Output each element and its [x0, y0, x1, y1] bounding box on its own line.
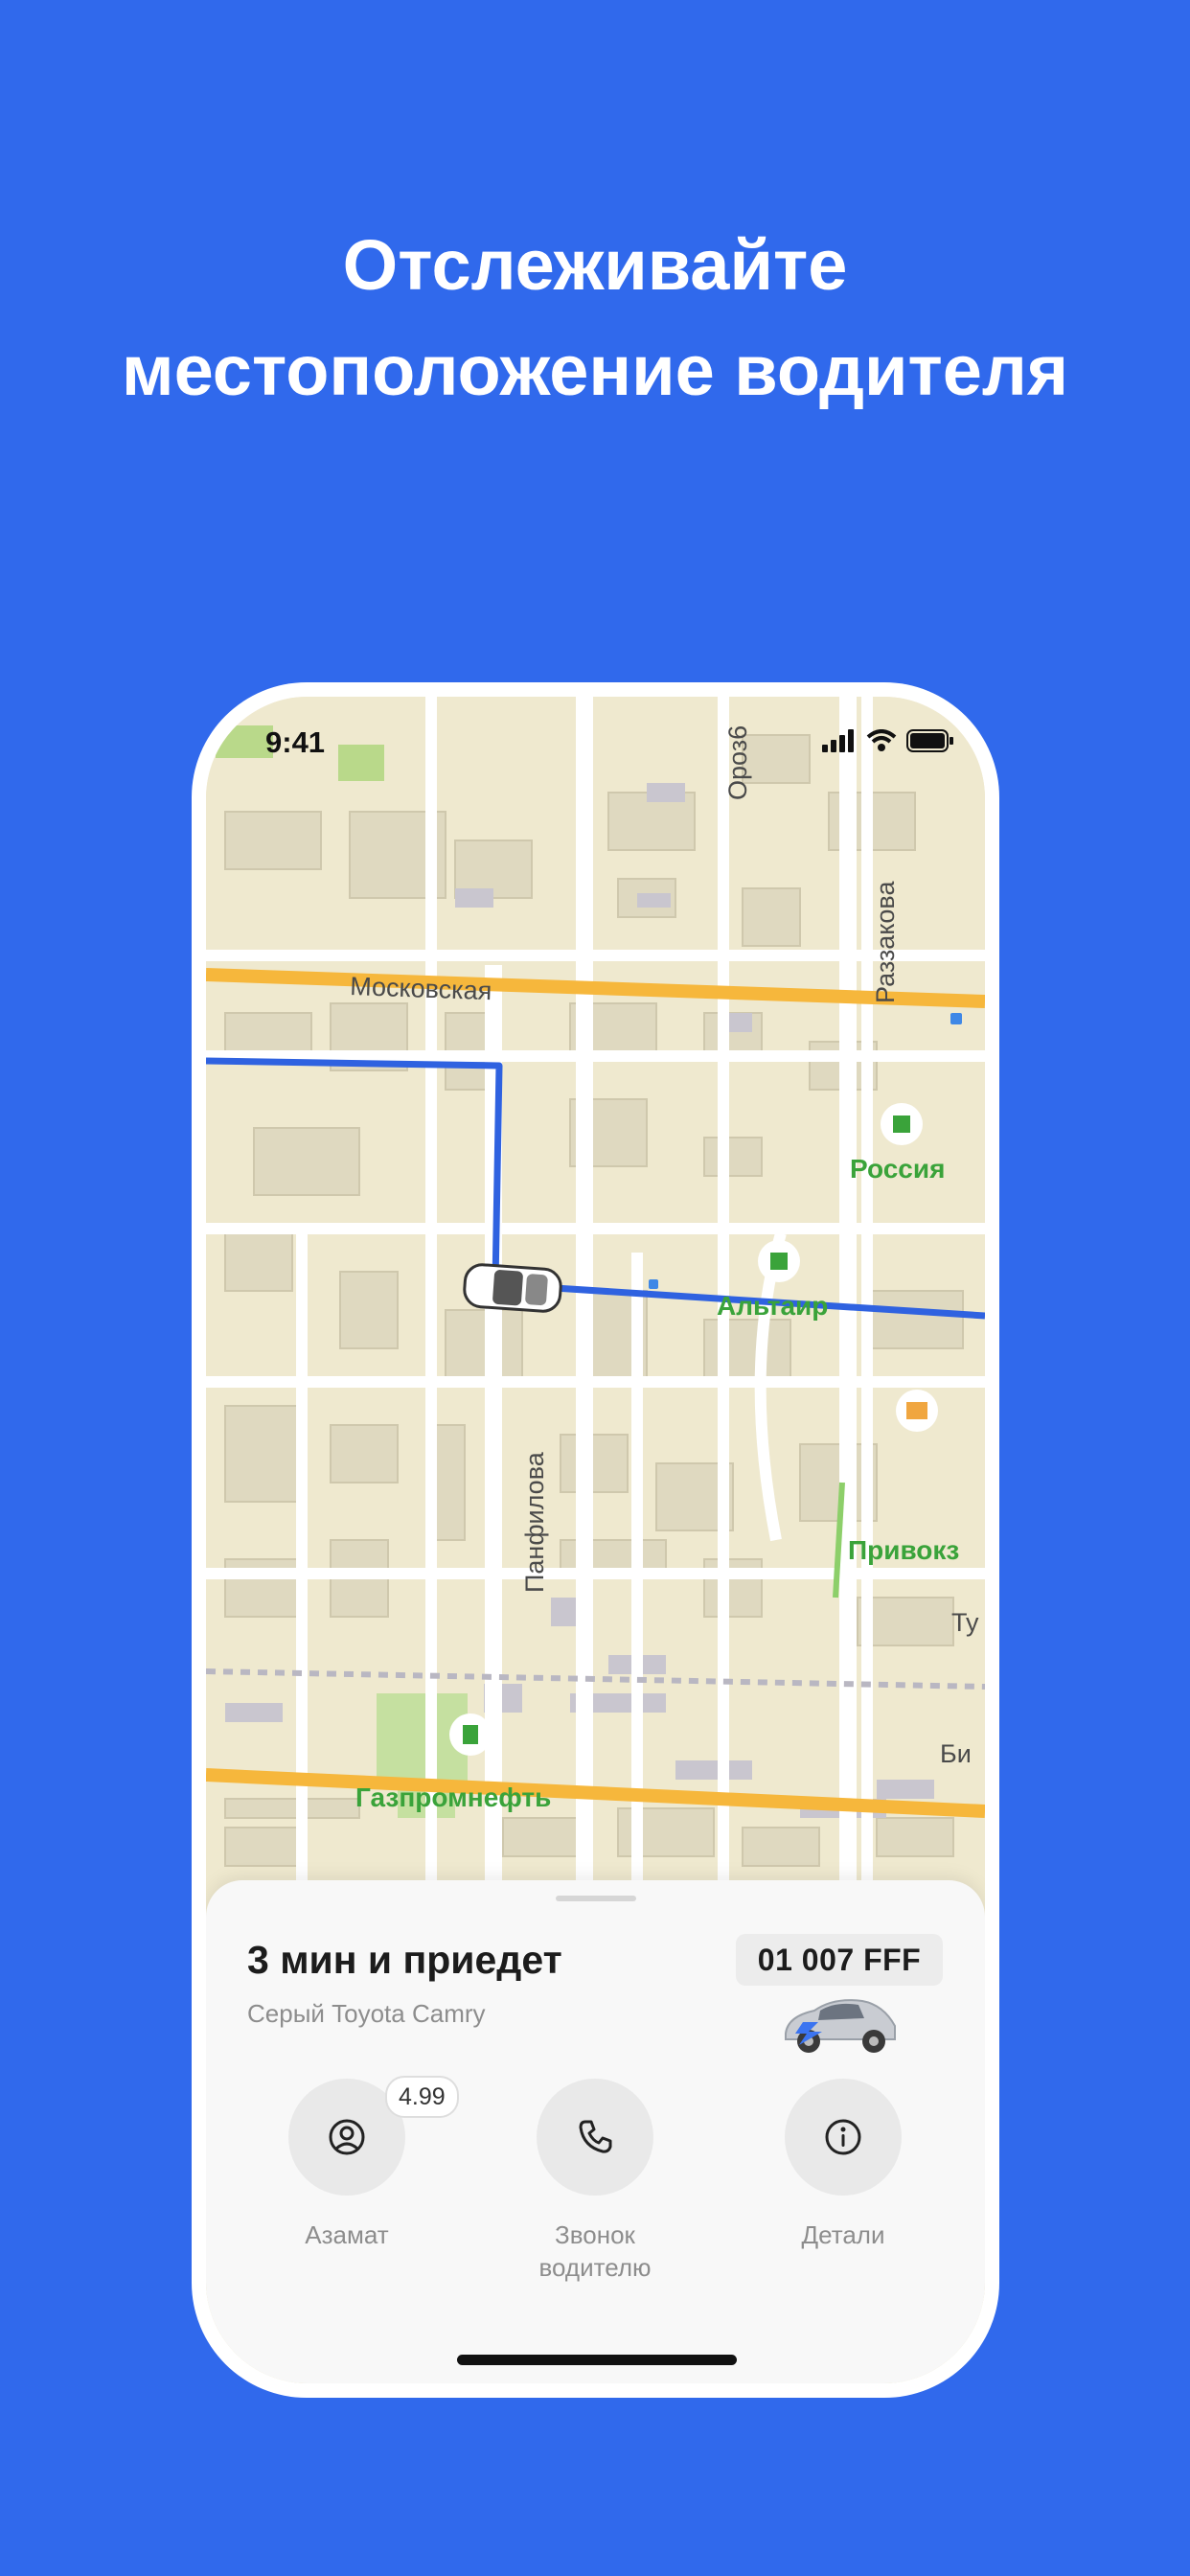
eta-title: 3 мин и приедет: [247, 1938, 562, 1982]
phone-frame: Московская Раззакова Ороз6 Панфилова Ту …: [192, 682, 999, 2398]
driver-profile-action[interactable]: 4.99 Азамат: [251, 2076, 459, 2251]
driver-name-label: Азамат: [305, 2220, 389, 2249]
license-plate: 01 007 FFF: [736, 1934, 943, 1986]
signal-icon: [822, 729, 857, 757]
call-driver-action[interactable]: Звонок водителю: [499, 2079, 691, 2284]
driver-profile-button[interactable]: 4.99: [288, 2076, 459, 2196]
car-description: Серый Toyota Camry: [247, 1999, 486, 2028]
call-driver-button[interactable]: [537, 2079, 653, 2196]
headline-line-2: местоположение водителя: [121, 331, 1069, 410]
poi-label-gazpromneft: Газпромнефть: [355, 1782, 551, 1812]
car-marker: [463, 1263, 562, 1313]
home-indicator[interactable]: [457, 2355, 737, 2365]
info-icon: [825, 2119, 861, 2155]
status-time: 9:41: [265, 725, 326, 759]
battery-icon: [906, 729, 954, 757]
user-icon: [329, 2119, 365, 2155]
driver-rating-badge: 4.99: [385, 2076, 459, 2118]
status-bar: 9:41: [206, 697, 985, 789]
street-label-moskovskaya: Московская: [350, 972, 492, 1005]
sheet-grabber[interactable]: [556, 1896, 636, 1901]
headline: Отслеживайте местоположение водителя: [0, 213, 1190, 424]
poi-label-privokz: Привокз: [848, 1535, 959, 1565]
details-action[interactable]: Детали: [747, 2079, 939, 2251]
car-icon: [785, 1999, 896, 2053]
street-label-panfilova: Панфилова: [520, 1451, 549, 1593]
details-button[interactable]: [785, 2079, 902, 2196]
street-label-razzakova: Раззакова: [871, 881, 900, 1003]
call-driver-label: Звонок водителю: [499, 2219, 691, 2284]
phone-screen: Московская Раззакова Ороз6 Панфилова Ту …: [206, 697, 985, 2383]
call-driver-label-line-1: Звонок: [555, 2220, 635, 2249]
street-label-bi: Би: [940, 1739, 972, 1768]
status-icons: [822, 729, 954, 758]
details-label: Детали: [801, 2220, 885, 2249]
poi-label-altair: Альтаир: [717, 1291, 828, 1321]
ride-bottom-sheet[interactable]: 3 мин и приедет Серый Toyota Camry 01 00…: [206, 1880, 985, 2383]
call-driver-label-line-2: водителю: [538, 2253, 652, 2282]
street-label-tu: Ту: [951, 1608, 979, 1637]
wifi-icon: [866, 729, 897, 757]
poi-label-rossiya: Россия: [850, 1154, 945, 1184]
phone-icon: [579, 2120, 612, 2153]
headline-line-1: Отслеживайте: [342, 225, 848, 305]
